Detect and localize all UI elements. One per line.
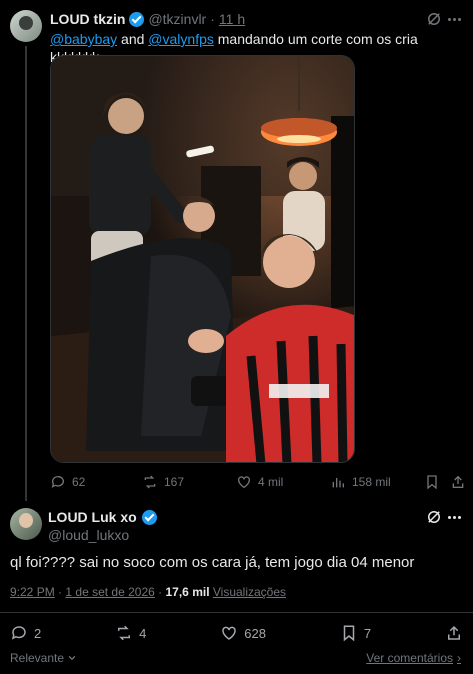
timestamp[interactable]: 9:22 PM bbox=[10, 585, 55, 599]
see-comments-label: Ver comentários bbox=[366, 651, 453, 665]
views-count: 17,6 mil bbox=[165, 585, 210, 599]
like-action[interactable]: 4 mil bbox=[236, 474, 283, 490]
separator-dot: · bbox=[158, 585, 166, 599]
user-handle[interactable]: @loud_lukxo bbox=[48, 527, 129, 543]
share-icon[interactable] bbox=[450, 474, 466, 490]
sort-dropdown[interactable]: Relevante bbox=[10, 651, 77, 665]
reply-icon bbox=[51, 476, 64, 488]
repost-count: 167 bbox=[164, 475, 185, 489]
repost-action[interactable]: 4 bbox=[115, 624, 146, 642]
reply-action[interactable]: 2 bbox=[10, 624, 41, 642]
grok-icon[interactable] bbox=[425, 10, 443, 28]
like-action[interactable]: 628 bbox=[220, 624, 266, 642]
views-label[interactable]: Visualizações bbox=[213, 585, 286, 599]
heart-icon bbox=[238, 476, 250, 489]
tweet-meta: 9:22 PM · 1 de set de 2026 · 17,6 mil Vi… bbox=[10, 585, 286, 599]
bookmark-icon[interactable] bbox=[424, 474, 440, 490]
repost-icon bbox=[118, 625, 131, 641]
reply-count: 2 bbox=[34, 625, 42, 641]
avatar[interactable] bbox=[10, 508, 42, 540]
repost-count: 4 bbox=[139, 625, 147, 641]
display-name[interactable]: LOUD Luk xo bbox=[48, 509, 137, 525]
share-icon bbox=[447, 625, 460, 640]
tweet-text: ql foi???? sai no soco com os cara já, t… bbox=[10, 554, 415, 571]
timestamp[interactable]: 11 h bbox=[219, 11, 245, 27]
sort-label: Relevante bbox=[10, 651, 65, 665]
tweet-text-fragment: and bbox=[117, 31, 149, 47]
repost-icon bbox=[144, 475, 156, 489]
user-handle[interactable]: @tkzinvlr bbox=[148, 11, 206, 27]
bookmark-icon bbox=[343, 625, 355, 642]
share-action[interactable] bbox=[445, 624, 463, 642]
more-options-icon[interactable] bbox=[448, 516, 461, 519]
tweet-header: LOUD Luk xo bbox=[48, 509, 157, 525]
mention-link[interactable]: @valynfps bbox=[148, 31, 214, 47]
views-count: 158 mil bbox=[352, 475, 391, 489]
barbershop-photo bbox=[51, 56, 354, 462]
reply-action[interactable]: 62 bbox=[50, 474, 85, 490]
bookmark-action[interactable]: 7 bbox=[340, 624, 371, 642]
views-icon bbox=[332, 478, 344, 488]
chevron-down-icon bbox=[68, 655, 76, 661]
thread-line bbox=[25, 46, 27, 501]
tweet-date[interactable]: 1 de set de 2026 bbox=[65, 585, 154, 599]
divider bbox=[0, 612, 473, 613]
avatar[interactable] bbox=[10, 10, 42, 42]
more-options-icon[interactable] bbox=[448, 18, 461, 21]
verified-badge-icon bbox=[141, 509, 157, 525]
heart-icon bbox=[222, 626, 236, 640]
like-count: 628 bbox=[244, 625, 266, 641]
bookmark-count: 7 bbox=[363, 625, 372, 641]
display-name[interactable]: LOUD tkzin bbox=[50, 11, 125, 27]
mention-link[interactable]: @babybay bbox=[50, 31, 117, 47]
like-count: 4 mil bbox=[258, 475, 284, 489]
chevron-right-icon: › bbox=[457, 651, 461, 665]
tweet-actions: 2 4 628 7 bbox=[10, 624, 463, 642]
see-comments-link[interactable]: Ver comentários › bbox=[366, 651, 461, 665]
repost-action[interactable]: 167 bbox=[142, 474, 184, 490]
views-action[interactable]: 158 mil bbox=[330, 474, 391, 490]
reply-icon bbox=[11, 626, 26, 640]
verified-badge-icon bbox=[129, 11, 145, 27]
separator-dot: · bbox=[210, 11, 215, 27]
tweet-header: LOUD tkzin @tkzinvlr · 11 h bbox=[50, 10, 245, 28]
reply-count: 62 bbox=[72, 475, 86, 489]
grok-icon[interactable] bbox=[425, 508, 443, 526]
tweet-photo[interactable] bbox=[50, 55, 355, 463]
